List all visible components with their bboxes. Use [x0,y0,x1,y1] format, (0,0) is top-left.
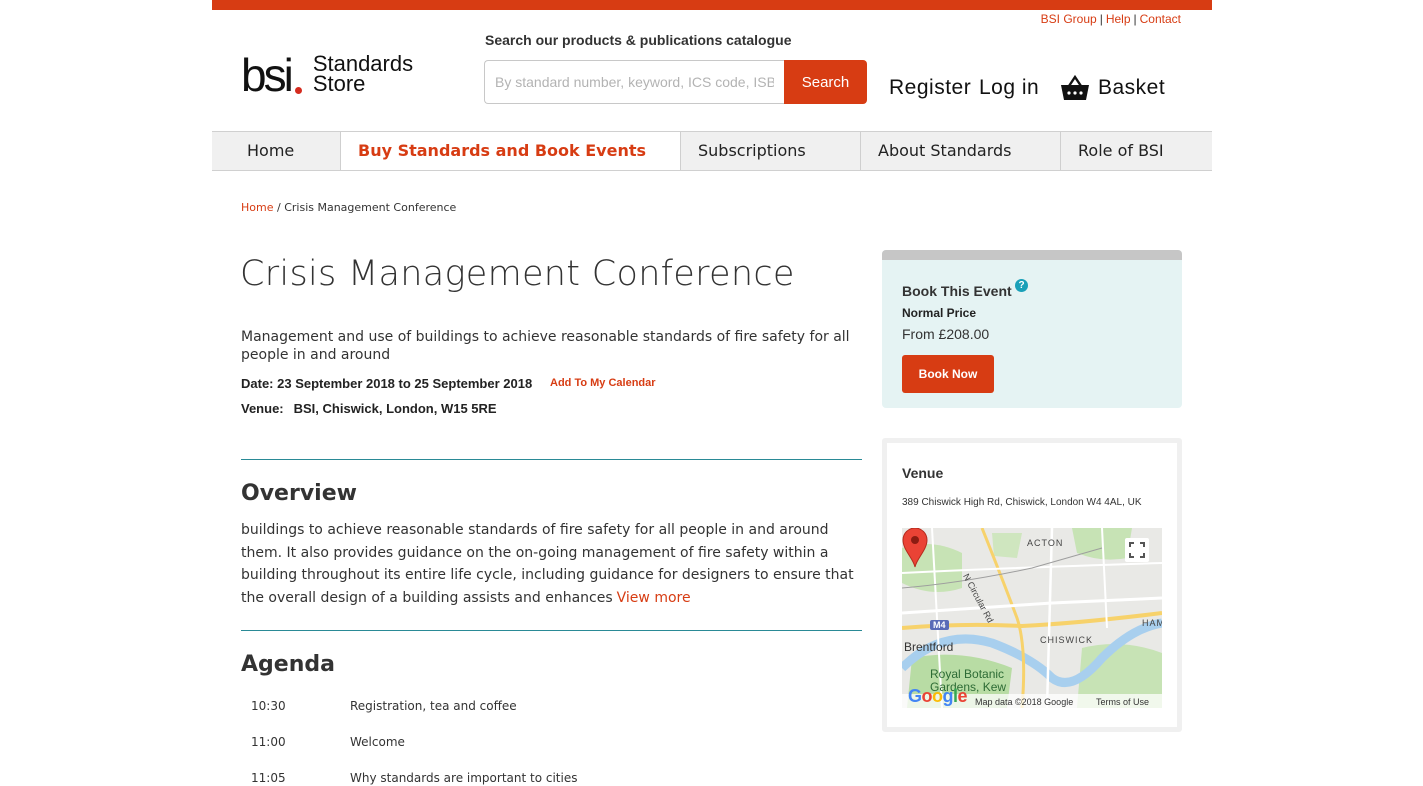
search-input[interactable] [484,60,784,104]
breadcrumb: Home / Crisis Management Conference [241,201,456,214]
search-button[interactable]: Search [784,60,867,104]
divider [241,630,862,631]
card-top-band [882,250,1182,260]
utility-links: BSI Group | Help | Contact [1040,12,1181,26]
venue-map[interactable]: ACTON N Circular Rd CHISWICK HAM Brentfo… [902,528,1162,708]
map-attribution: Map data ©2018 Google [975,697,1074,707]
search-caption: Search our products & publications catal… [485,32,792,48]
venue-label: Venue: [241,401,284,416]
register-link[interactable]: Register [889,76,971,100]
map-terms-link[interactable]: Terms of Use [1096,697,1149,707]
main-nav: Home Buy Standards and Book Events Subsc… [212,131,1212,171]
login-link[interactable]: Log in [979,76,1039,100]
help-link[interactable]: Help [1106,12,1131,26]
search-bar: Search [484,60,867,104]
book-event-title: Book This Event [902,283,1012,299]
breadcrumb-home[interactable]: Home [241,201,273,214]
nav-role-of-bsi[interactable]: Role of BSI [1061,132,1212,170]
fullscreen-icon[interactable] [1125,538,1149,562]
agenda-time: 10:30 [251,699,286,713]
event-summary: Management and use of buildings to achie… [241,329,850,363]
map-label-acton: ACTON [1027,538,1064,548]
brand-top-bar [212,0,1212,10]
agenda-time: 11:05 [251,771,286,785]
event-venue: Venue: BSI, Chiswick, London, W15 5RE [241,401,497,416]
help-icon[interactable]: ? [1015,279,1028,292]
venue-address: 389 Chiswick High Rd, Chiswick, London W… [902,497,1142,508]
add-to-calendar-link[interactable]: Add To My Calendar [550,377,656,389]
overview-text: buildings to achieve reasonable standard… [241,519,856,609]
page-title: Crisis Management Conference [240,254,795,294]
price-label: Normal Price [902,306,977,320]
overview-heading: Overview [241,481,357,506]
map-pin-icon[interactable] [902,528,928,568]
price-value: From £208.00 [902,326,990,342]
divider [241,459,862,460]
event-date: Date: 23 September 2018 to 25 September … [241,376,533,391]
logo-store-line2: Store [312,71,366,96]
book-now-button[interactable]: Book Now [902,355,994,393]
book-event-card: Book This Event ? Normal Price From £208… [882,250,1182,408]
agenda-desc: Welcome [350,735,405,749]
map-label-brentford: Brentford [904,640,954,654]
map-label-ham: HAM [1142,618,1162,628]
venue-card: Venue 389 Chiswick High Rd, Chiswick, Lo… [882,438,1182,732]
contact-link[interactable]: Contact [1140,12,1181,26]
logo-bsi-text: bsi [241,49,294,101]
bsi-logo[interactable]: bsi Standards Store [241,49,413,101]
map-label-chiswick: CHISWICK [1040,635,1093,645]
google-logo: Google [908,686,968,706]
basket-icon[interactable] [1060,74,1090,102]
agenda-heading: Agenda [241,652,335,677]
bsi-group-link[interactable]: BSI Group [1041,12,1097,26]
view-more-link[interactable]: View more [617,590,691,606]
nav-subscriptions[interactable]: Subscriptions [681,132,861,170]
nav-home[interactable]: Home [212,132,341,170]
nav-buy-standards[interactable]: Buy Standards and Book Events [341,132,681,170]
basket-link[interactable]: Basket [1098,76,1165,100]
agenda-time: 11:00 [251,735,286,749]
agenda-desc: Registration, tea and coffee [350,699,517,713]
venue-card-title: Venue [902,465,944,481]
logo-store-text: Standards Store [312,53,413,96]
overview-body: buildings to achieve reasonable standard… [241,522,854,606]
agenda-desc: Why standards are important to cities [350,771,578,785]
breadcrumb-separator: / [276,201,281,214]
logo-dot [295,87,302,94]
breadcrumb-current: Crisis Management Conference [284,201,457,214]
map-motorway-badge: M4 [930,620,949,630]
nav-about-standards[interactable]: About Standards [861,132,1061,170]
venue-value: BSI, Chiswick, London, W15 5RE [293,401,497,416]
